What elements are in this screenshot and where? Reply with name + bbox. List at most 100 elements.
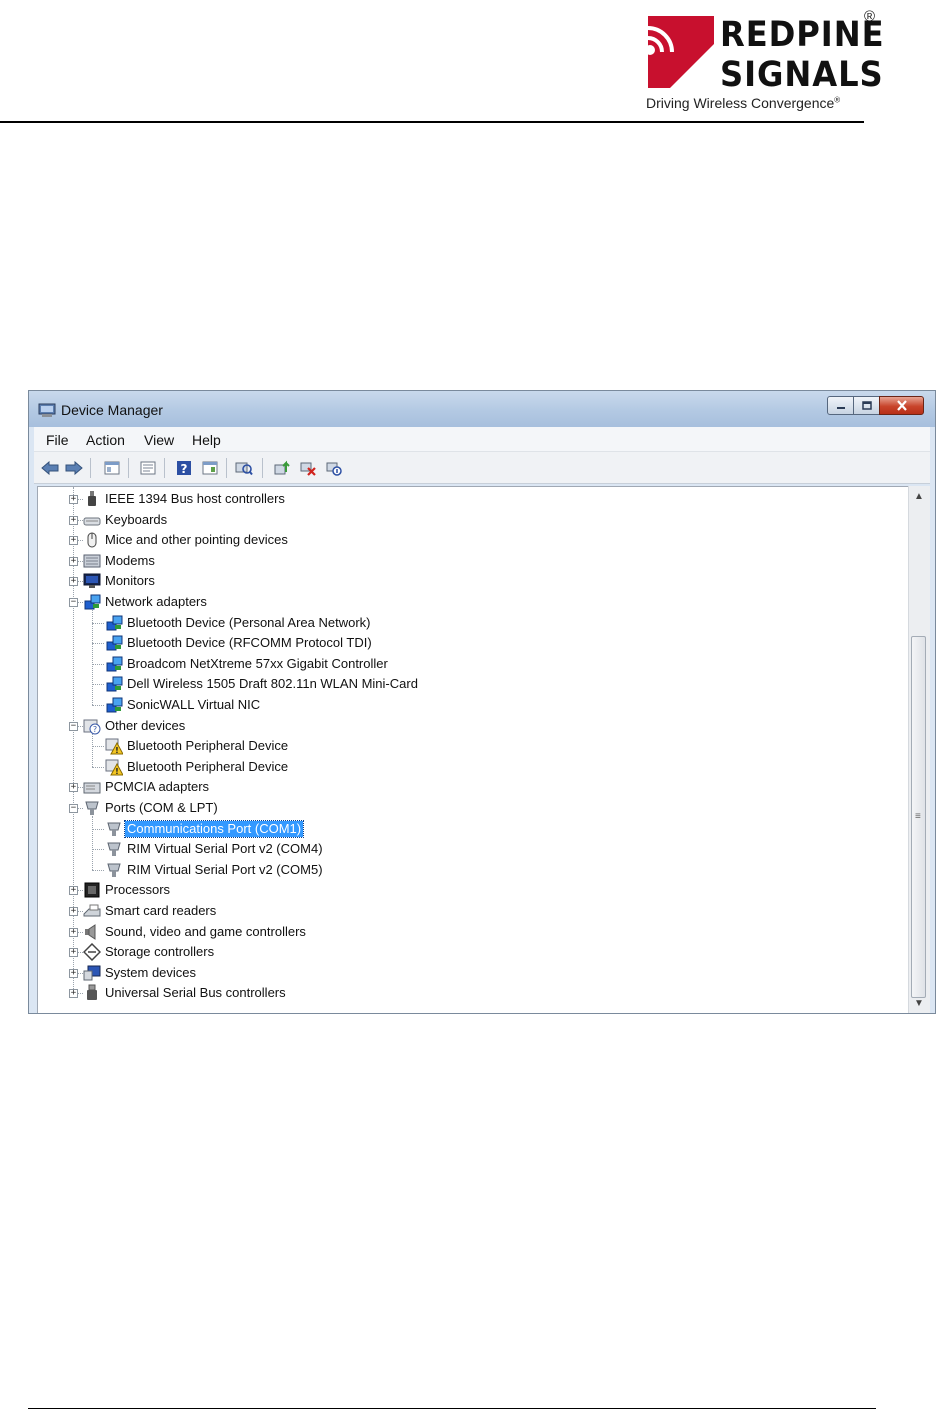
tree-category[interactable]: + Monitors xyxy=(38,571,898,591)
expand-toggle[interactable]: + xyxy=(69,556,78,566)
tree-category[interactable]: + Smart card readers xyxy=(38,901,898,921)
device-tree[interactable]: + IEEE 1394 Bus host controllers + Keyboard… xyxy=(37,486,912,1013)
properties-button[interactable] xyxy=(138,458,158,478)
tree-device[interactable]: SonicWALL Virtual NIC xyxy=(38,695,898,715)
minimize-button[interactable] xyxy=(827,396,854,415)
expand-toggle[interactable]: + xyxy=(69,783,78,793)
expand-toggle[interactable]: + xyxy=(69,536,78,546)
tree-connector xyxy=(92,622,104,624)
tree-device[interactable]: Broadcom NetXtreme 57xx Gigabit Controll… xyxy=(38,654,898,674)
vertical-scrollbar[interactable]: ▲ ≡ ▼ xyxy=(908,486,930,1013)
warning-device-icon: ! xyxy=(105,759,123,776)
help-button[interactable]: ? xyxy=(174,458,194,478)
title-bar[interactable]: Device Manager xyxy=(29,391,935,427)
tree-connector xyxy=(92,869,104,871)
expand-toggle[interactable]: + xyxy=(69,968,78,978)
tagline: Driving Wireless Convergence® xyxy=(646,95,840,111)
tree-category[interactable]: + Modems xyxy=(38,551,898,571)
tree-category[interactable]: + IEEE 1394 Bus host controllers xyxy=(38,489,898,509)
tree-category[interactable]: + Keyboards xyxy=(38,510,898,530)
tree-node-label: IEEE 1394 Bus host controllers xyxy=(105,491,285,506)
warning-device-icon: ! xyxy=(105,738,123,755)
tree-node-label: Ports (COM & LPT) xyxy=(105,800,218,815)
tree-connector xyxy=(92,849,104,851)
menu-file[interactable]: File xyxy=(46,432,69,448)
collapse-toggle[interactable]: − xyxy=(69,804,78,813)
scroll-up-arrow[interactable]: ▲ xyxy=(914,491,924,502)
tree-category[interactable]: + System devices xyxy=(38,963,898,983)
tree-category[interactable]: + Universal Serial Bus controllers xyxy=(38,983,898,1003)
usb-icon xyxy=(87,984,97,1001)
tree-node-label: Bluetooth Device (RFCOMM Protocol TDI) xyxy=(127,635,372,651)
port-icon xyxy=(107,863,121,877)
tree-device[interactable]: RIM Virtual Serial Port v2 (COM4) xyxy=(38,839,898,859)
tree-category[interactable]: + Processors xyxy=(38,880,898,900)
port-icon xyxy=(85,801,99,815)
expand-toggle[interactable]: + xyxy=(69,989,78,999)
expand-toggle[interactable]: + xyxy=(69,515,78,525)
menu-help[interactable]: Help xyxy=(192,432,221,448)
disable-device-icon xyxy=(326,462,342,476)
tree-device[interactable]: ! Bluetooth Peripheral Device xyxy=(38,757,898,777)
tree-device[interactable]: RIM Virtual Serial Port v2 (COM5) xyxy=(38,860,898,880)
menu-action[interactable]: Action xyxy=(86,432,125,448)
scroll-down-arrow[interactable]: ▼ xyxy=(914,998,924,1009)
expand-toggle[interactable]: + xyxy=(69,577,78,587)
expand-toggle[interactable]: + xyxy=(69,907,78,916)
tagline-text: Driving Wireless Convergence xyxy=(646,95,835,111)
close-button[interactable] xyxy=(879,396,924,415)
tree-category[interactable]: −? Other devices xyxy=(38,716,898,736)
disable-device-button[interactable] xyxy=(324,458,344,478)
tree-node-label: RIM Virtual Serial Port v2 (COM4) xyxy=(127,841,323,857)
tree-node-label: Network adapters xyxy=(105,594,207,609)
expand-toggle[interactable]: + xyxy=(69,927,78,937)
show-hide-console-tree-button[interactable] xyxy=(102,458,122,478)
update-driver-button[interactable] xyxy=(272,458,292,478)
header-rule xyxy=(0,121,864,123)
footer-rule xyxy=(28,1408,876,1409)
tree-device[interactable]: Dell Wireless 1505 Draft 802.11n WLAN Mi… xyxy=(38,674,898,694)
maximize-button[interactable] xyxy=(853,396,880,415)
tree-category[interactable]: + PCMCIA adapters xyxy=(38,777,898,797)
tree-category[interactable]: + Sound, video and game controllers xyxy=(38,922,898,942)
tree-connector xyxy=(92,828,104,830)
tree-node-label: PCMCIA adapters xyxy=(105,779,210,795)
svg-text:?: ? xyxy=(181,462,188,476)
tree-node-label: Other devices xyxy=(105,717,186,733)
collapse-toggle[interactable]: − xyxy=(69,721,78,731)
network-adapter-icon xyxy=(106,676,123,692)
network-adapter-icon xyxy=(106,615,123,631)
tree-device[interactable]: Bluetooth Device (Personal Area Network) xyxy=(38,613,898,633)
network-adapter-icon xyxy=(106,656,123,672)
tree-device[interactable]: Communications Port (COM1) xyxy=(38,819,898,839)
scan-hardware-changes-button[interactable] xyxy=(234,458,254,478)
device-manager-window: Device Manager File Action View Help ? +… xyxy=(28,390,936,1014)
uninstall-button[interactable] xyxy=(298,458,318,478)
tree-category[interactable]: − Ports (COM & LPT) xyxy=(38,798,898,818)
tree-category[interactable]: + Mice and other pointing devices xyxy=(38,530,898,550)
tree-category[interactable]: − Network adapters xyxy=(38,592,898,612)
tree-connector xyxy=(92,684,104,686)
tree-device[interactable]: ! Bluetooth Peripheral Device xyxy=(38,736,898,756)
action-pane-button[interactable] xyxy=(200,458,220,478)
tree-device[interactable]: Bluetooth Device (RFCOMM Protocol TDI) xyxy=(38,633,898,653)
back-icon xyxy=(41,461,59,475)
expand-toggle[interactable]: + xyxy=(69,886,78,896)
expand-toggle[interactable]: + xyxy=(69,948,78,958)
toolbar-separator xyxy=(226,458,227,478)
minimize-icon xyxy=(836,406,845,409)
back-button[interactable] xyxy=(40,458,60,478)
collapse-toggle[interactable]: − xyxy=(69,598,78,607)
tree-category[interactable]: + Storage controllers xyxy=(38,942,898,962)
keyboard-icon xyxy=(83,517,101,526)
menu-view[interactable]: View xyxy=(144,432,174,448)
scroll-thumb[interactable]: ≡ xyxy=(911,636,926,998)
svg-text:!: ! xyxy=(115,746,119,755)
maximize-icon xyxy=(861,401,872,410)
tree-node-label: Dell Wireless 1505 Draft 802.11n WLAN Mi… xyxy=(127,676,418,692)
expand-toggle[interactable]: + xyxy=(69,495,78,504)
forward-icon xyxy=(65,461,83,475)
scroll-grip: ≡ xyxy=(915,811,921,822)
forward-button[interactable] xyxy=(64,458,84,478)
tree-node-label: Storage controllers xyxy=(105,944,215,960)
